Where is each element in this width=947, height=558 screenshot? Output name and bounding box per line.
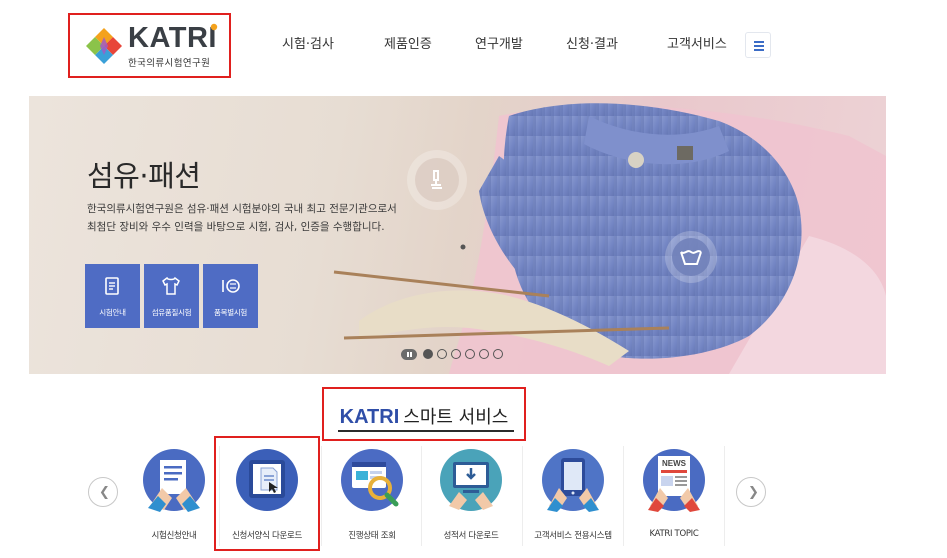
shirt-icon xyxy=(162,276,180,295)
report-download-icon xyxy=(440,449,502,511)
hero-title: 섬유·패션 xyxy=(87,159,201,193)
heading-underline xyxy=(338,430,514,432)
news-icon: NEWS xyxy=(643,449,705,512)
yarn-icon xyxy=(222,279,240,293)
next-arrow-icon[interactable]: ❯ xyxy=(736,477,766,507)
logo-i-mark-icon xyxy=(210,23,218,31)
slide-dot[interactable] xyxy=(479,349,489,359)
service-label: 시험신청안내 xyxy=(151,531,197,541)
pause-icon[interactable] xyxy=(401,349,417,360)
service-item-progress-lookup[interactable]: 진행상태 조회 xyxy=(322,440,422,550)
nav-item-research[interactable]: 연구개발 xyxy=(475,33,523,57)
customer-system-icon xyxy=(542,449,604,512)
smart-service-heading: KATRI 스마트 서비스 xyxy=(322,387,526,441)
wash-care-icon xyxy=(680,250,702,265)
smart-service-brand: KATRI xyxy=(339,406,400,428)
hero-description: 한국의류시험연구원은 섬유·패션 시험분야의 국내 최고 전문기관으로서 최첨단… xyxy=(87,200,417,236)
nav-item-certification[interactable]: 제품인증 xyxy=(384,33,432,57)
quick-button-label: 시험안내 xyxy=(99,308,126,317)
nav-item-customer-service[interactable]: 고객서비스 xyxy=(667,33,727,57)
katri-logo-mark-icon xyxy=(86,28,122,64)
prev-arrow-icon[interactable]: ❮ xyxy=(88,477,118,507)
nav-item-test[interactable]: 시험·검사 xyxy=(282,33,334,57)
highlight-box xyxy=(214,436,320,551)
slide-dot[interactable] xyxy=(465,349,475,359)
svg-text:NEWS: NEWS xyxy=(662,459,687,468)
nav-item-application-result[interactable]: 신청·결과 xyxy=(566,33,618,57)
service-label: 진행상태 조회 xyxy=(348,531,396,541)
logo-text: KATRI xyxy=(128,22,217,54)
application-guide-icon xyxy=(143,449,205,512)
logo-link[interactable]: KATRI 한국의류시험연구원 xyxy=(68,13,231,78)
quick-button-item-test[interactable]: 품목별시험 xyxy=(203,264,258,328)
quick-button-fiber-quality[interactable]: 섬유품질시험 xyxy=(144,264,199,328)
quick-button-test-guide[interactable]: 시험안내 xyxy=(85,264,140,328)
service-item-customer-system[interactable]: 고객서비스 전용시스템 xyxy=(523,440,623,550)
progress-lookup-icon xyxy=(341,449,403,511)
slide-dot[interactable] xyxy=(437,349,447,359)
smart-service-title: KATRI 스마트 서비스 xyxy=(324,403,524,429)
service-item-katri-topic[interactable]: NEWS KATRI TOPIC xyxy=(624,440,724,550)
smart-service-title-text: 스마트 서비스 xyxy=(403,407,509,428)
slide-dot[interactable] xyxy=(451,349,461,359)
service-item-report-download[interactable]: 성적서 다운로드 xyxy=(421,440,521,550)
site-header: KATRI 한국의류시험연구원 시험·검사 제품인증 연구개발 신청·결과 고객… xyxy=(0,0,947,92)
hero-description-line: 최첨단 장비와 우수 인력을 바탕으로 시험, 검사, 인증을 수행합니다. xyxy=(87,221,385,233)
slide-dot[interactable] xyxy=(423,349,433,359)
divider xyxy=(724,446,725,546)
hero-description-line: 한국의류시험연구원은 섬유·패션 시험분야의 국내 최고 전문기관으로서 xyxy=(87,203,397,215)
hero-banner: 섬유·패션 한국의류시험연구원은 섬유·패션 시험분야의 국내 최고 전문기관으… xyxy=(29,96,886,374)
service-label: 성적서 다운로드 xyxy=(443,531,499,541)
service-label: 고객서비스 전용시스템 xyxy=(534,531,612,541)
hamburger-menu-icon[interactable] xyxy=(745,32,771,58)
service-item-test-application-guide[interactable]: 시험신청안내 xyxy=(124,440,224,550)
service-label: KATRI TOPIC xyxy=(649,529,699,539)
quick-button-label: 품목별시험 xyxy=(214,308,247,317)
quick-button-label: 섬유품질시험 xyxy=(151,308,192,317)
slide-dot[interactable] xyxy=(493,349,503,359)
microscope-icon xyxy=(431,170,442,189)
clipboard-icon xyxy=(105,277,119,295)
logo-subtitle: 한국의류시험연구원 xyxy=(128,58,211,69)
